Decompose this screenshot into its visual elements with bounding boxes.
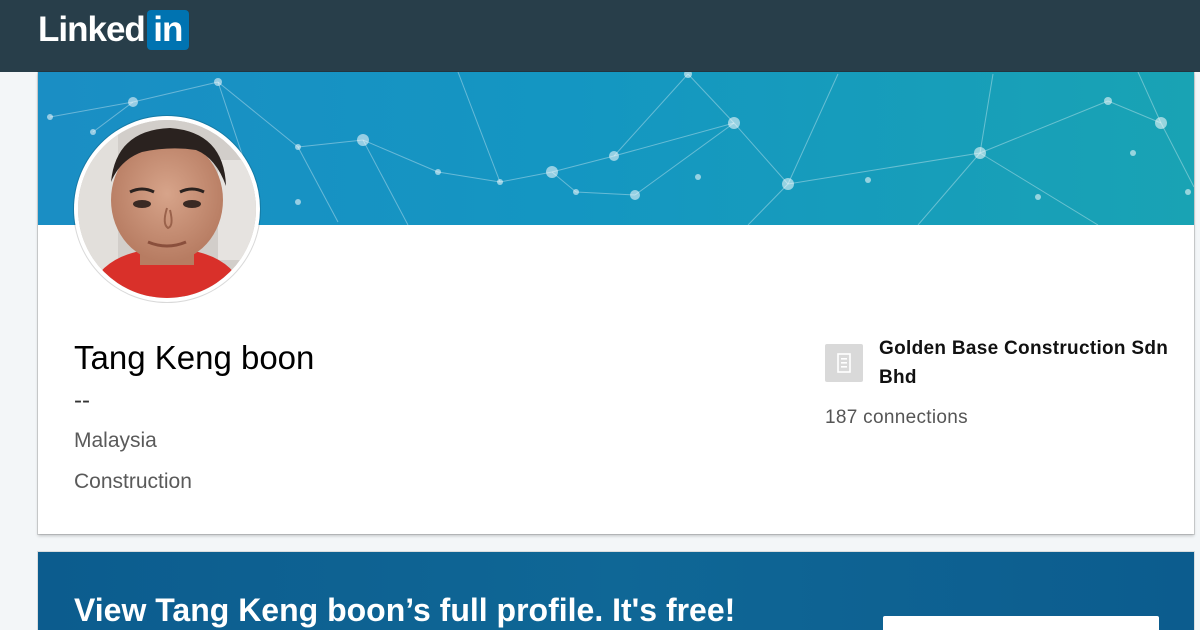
- linkedin-logo[interactable]: Linked in: [38, 10, 189, 50]
- cta-button[interactable]: [883, 616, 1159, 630]
- connections-count: 187 connections: [825, 407, 968, 428]
- profile-industry: Construction: [74, 470, 192, 493]
- profile-location: Malaysia: [74, 429, 157, 452]
- profile-name: Tang Keng boon: [74, 339, 315, 376]
- top-nav-bar: Linked in: [0, 0, 1200, 72]
- company-building-icon[interactable]: [825, 344, 863, 382]
- avatar-photo: [78, 120, 256, 298]
- company-link[interactable]: Golden Base Construction Sdn Bhd: [879, 334, 1179, 392]
- full-profile-cta: View Tang Keng boon’s full profile. It's…: [38, 552, 1194, 630]
- logo-wordmark: Linked: [38, 10, 146, 49]
- logo-in-box: in: [146, 10, 189, 50]
- profile-headline: --: [74, 387, 90, 414]
- profile-avatar[interactable]: [74, 116, 260, 302]
- profile-card: Tang Keng boon -- Malaysia Construction …: [38, 72, 1194, 534]
- cta-title: View Tang Keng boon’s full profile. It's…: [74, 592, 736, 628]
